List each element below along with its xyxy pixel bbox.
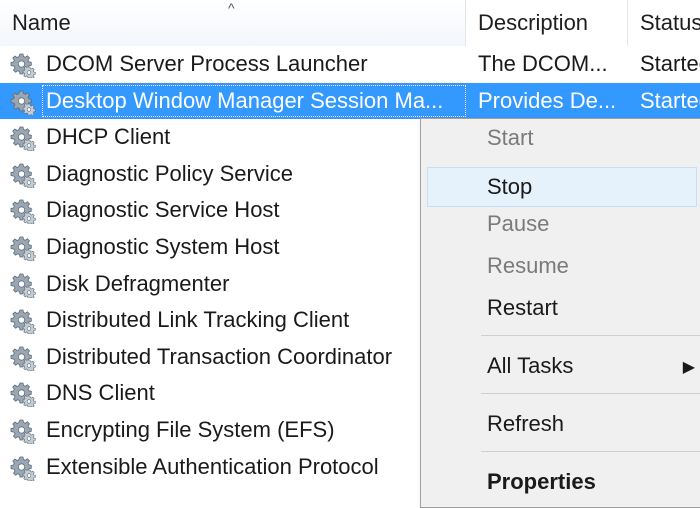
service-gear-icon <box>10 272 36 299</box>
column-header-description[interactable]: Description <box>466 0 628 46</box>
service-gear-icon <box>10 345 36 372</box>
service-gear-icon <box>10 381 36 409</box>
context-menu: Start Stop Pause Resume Restart All Task… <box>420 118 700 508</box>
menu-item-stop[interactable]: Stop <box>427 167 697 207</box>
menu-item-refresh-label: Refresh <box>487 411 565 436</box>
service-gear-icon <box>10 125 36 153</box>
column-header-status[interactable]: Status <box>628 0 700 46</box>
menu-item-restart[interactable]: Restart <box>421 295 700 321</box>
menu-item-resume[interactable]: Resume <box>421 253 700 279</box>
service-row[interactable]: Desktop Window Manager Session Ma... Prov… <box>0 82 700 120</box>
sort-up-icon: ^ <box>228 0 235 16</box>
service-description: Provides De... <box>478 87 617 113</box>
service-name: DNS Client <box>46 380 155 406</box>
column-header-name-label: Name <box>12 10 71 35</box>
service-name: DCOM Server Process Launcher <box>46 51 368 76</box>
service-name: Distributed Transaction Coordinator <box>46 343 393 369</box>
service-gear-icon <box>10 89 36 116</box>
menu-item-all-tasks-label: All Tasks <box>487 353 574 378</box>
column-header-status-label: Status <box>640 10 700 35</box>
service-gear-icon <box>10 162 36 189</box>
menu-item-all-tasks[interactable]: All Tasks ▶ <box>421 353 700 379</box>
menu-item-stop-label: Stop <box>487 174 533 199</box>
menu-item-restart-label: Restart <box>487 295 558 320</box>
menu-item-properties[interactable]: Properties <box>421 469 700 495</box>
menu-item-refresh[interactable]: Refresh <box>421 411 700 437</box>
column-header-description-label: Description <box>478 10 589 35</box>
menu-item-pause[interactable]: Pause <box>421 211 700 237</box>
service-name: Diagnostic System Host <box>46 233 280 259</box>
service-name: Encrypting File System (EFS) <box>46 416 335 442</box>
service-name: Extensible Authentication Protocol <box>46 453 379 479</box>
menu-item-resume-label: Resume <box>487 253 569 278</box>
service-gear-icon <box>10 198 36 226</box>
service-row[interactable]: DCOM Server Process Launcher The DCOM... S… <box>0 46 700 83</box>
service-status: Started <box>640 51 700 76</box>
service-gear-icon <box>10 418 36 445</box>
service-name: Diagnostic Policy Service <box>46 160 293 186</box>
menu-separator <box>481 335 700 336</box>
service-description: The DCOM... <box>478 51 608 76</box>
menu-item-start-label: Start <box>487 125 534 150</box>
menu-item-properties-label: Properties <box>487 469 596 494</box>
submenu-arrow-icon: ▶ <box>682 359 695 376</box>
service-gear-icon <box>10 52 36 79</box>
service-name: Distributed Link Tracking Client <box>46 307 350 333</box>
menu-separator <box>481 451 700 452</box>
service-gear-icon <box>10 235 36 262</box>
service-name: Disk Defragmenter <box>46 270 230 296</box>
service-gear-icon <box>10 308 36 336</box>
service-status: Started <box>640 87 700 113</box>
column-header: Name ^ Description Status <box>0 0 700 46</box>
menu-item-start[interactable]: Start <box>421 125 700 151</box>
service-name: Diagnostic Service Host <box>46 197 280 223</box>
service-name: Desktop Window Manager Session Ma... <box>46 87 444 113</box>
menu-item-pause-label: Pause <box>487 211 550 236</box>
menu-separator <box>481 393 700 394</box>
service-name: DHCP Client <box>46 124 171 150</box>
service-gear-icon <box>10 455 36 482</box>
